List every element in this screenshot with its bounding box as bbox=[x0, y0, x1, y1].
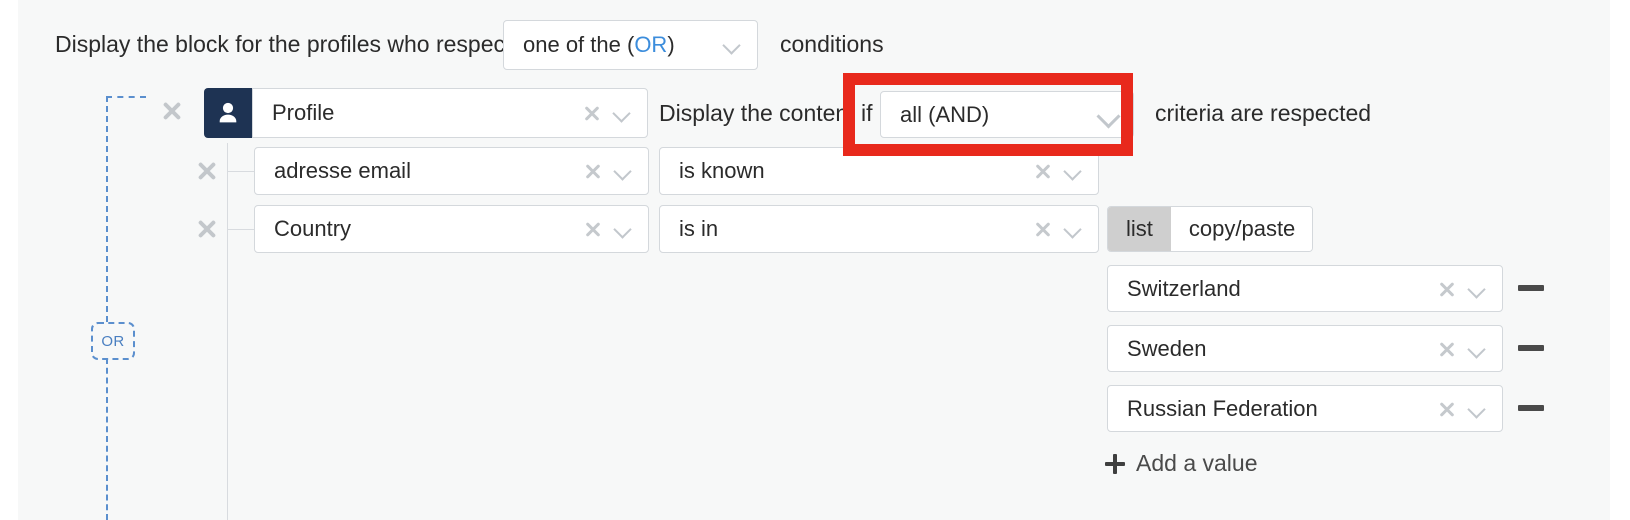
condition-field-select-0[interactable]: adresse email bbox=[254, 147, 649, 195]
value-select-1[interactable]: Sweden bbox=[1107, 325, 1503, 372]
close-x-icon[interactable] bbox=[1434, 396, 1460, 422]
condition-tree-branch bbox=[227, 171, 254, 172]
condition-operator-select-0[interactable]: is known bbox=[659, 147, 1099, 195]
dimension-value-profile: Profile bbox=[272, 100, 335, 125]
logic-select-value: all (AND) bbox=[900, 101, 990, 127]
chevron-down-icon[interactable] bbox=[717, 32, 747, 58]
chevron-down-icon[interactable] bbox=[1462, 276, 1492, 302]
close-x-icon[interactable] bbox=[579, 100, 605, 126]
close-x-icon[interactable] bbox=[1030, 216, 1056, 242]
value-mode-toggle[interactable]: list copy/paste bbox=[1107, 206, 1313, 252]
condition-field-value-0: adresse email bbox=[274, 158, 411, 183]
plus-icon bbox=[1105, 453, 1125, 474]
group-operator-badge[interactable]: OR bbox=[91, 322, 135, 360]
profile-mid-text: Display the content if bbox=[659, 100, 873, 126]
add-value-label: Add a value bbox=[1136, 450, 1258, 476]
chevron-down-icon[interactable] bbox=[1093, 102, 1123, 128]
group-connector-stub bbox=[106, 96, 146, 98]
close-x-icon[interactable] bbox=[1434, 276, 1460, 302]
value-text-1: Sweden bbox=[1127, 335, 1207, 361]
root-operator-value: one of the (OR) bbox=[523, 32, 675, 57]
value-select-0[interactable]: Switzerland bbox=[1107, 265, 1503, 312]
chevron-down-icon[interactable] bbox=[608, 158, 638, 184]
chevron-down-icon[interactable] bbox=[608, 216, 638, 242]
chevron-down-icon[interactable] bbox=[1058, 216, 1088, 242]
logic-select[interactable]: all (AND) bbox=[880, 91, 1134, 138]
header-lead-text: Display the block for the profiles who r… bbox=[55, 31, 512, 57]
value-text-2: Russian Federation bbox=[1127, 395, 1318, 421]
condition-tree-branch bbox=[227, 229, 254, 230]
condition-operator-select-1[interactable]: is in bbox=[659, 205, 1099, 253]
remove-block-button[interactable] bbox=[158, 97, 186, 125]
condition-field-value-1: Country bbox=[274, 216, 352, 241]
dimension-select-profile[interactable]: Profile bbox=[252, 88, 648, 138]
chevron-down-icon[interactable] bbox=[1462, 336, 1492, 362]
chevron-down-icon[interactable] bbox=[607, 100, 637, 126]
chevron-down-icon[interactable] bbox=[1058, 158, 1088, 184]
condition-tree-trunk bbox=[227, 143, 228, 520]
close-x-icon[interactable] bbox=[580, 158, 606, 184]
condition-operator-value-0: is known bbox=[679, 158, 765, 183]
root-operator-select[interactable]: one of the (OR) bbox=[503, 20, 758, 70]
group-connector-upper bbox=[106, 96, 108, 322]
value-mode-tab-list[interactable]: list bbox=[1108, 207, 1171, 251]
close-x-icon[interactable] bbox=[580, 216, 606, 242]
remove-condition-button[interactable] bbox=[193, 215, 221, 243]
close-x-icon[interactable] bbox=[1030, 158, 1056, 184]
profile-end-text: criteria are respected bbox=[1155, 100, 1372, 126]
add-value-button[interactable]: Add a value bbox=[1105, 450, 1257, 477]
person-icon bbox=[204, 88, 252, 138]
header-trail-text: conditions bbox=[780, 31, 884, 57]
close-x-icon[interactable] bbox=[1434, 336, 1460, 362]
condition-builder-page: Display the block for the profiles who r… bbox=[0, 0, 1630, 520]
remove-value-button-1[interactable] bbox=[1518, 345, 1544, 351]
value-text-0: Switzerland bbox=[1127, 275, 1241, 301]
remove-value-button-0[interactable] bbox=[1518, 285, 1544, 291]
value-select-2[interactable]: Russian Federation bbox=[1107, 385, 1503, 432]
builder-panel: Display the block for the profiles who r… bbox=[18, 0, 1610, 520]
remove-condition-button[interactable] bbox=[193, 157, 221, 185]
condition-operator-value-1: is in bbox=[679, 216, 719, 241]
condition-field-select-1[interactable]: Country bbox=[254, 205, 649, 253]
remove-value-button-2[interactable] bbox=[1518, 405, 1544, 411]
value-mode-tab-copy-paste[interactable]: copy/paste bbox=[1170, 207, 1312, 251]
chevron-down-icon[interactable] bbox=[1462, 396, 1492, 422]
group-connector-lower bbox=[106, 358, 108, 520]
